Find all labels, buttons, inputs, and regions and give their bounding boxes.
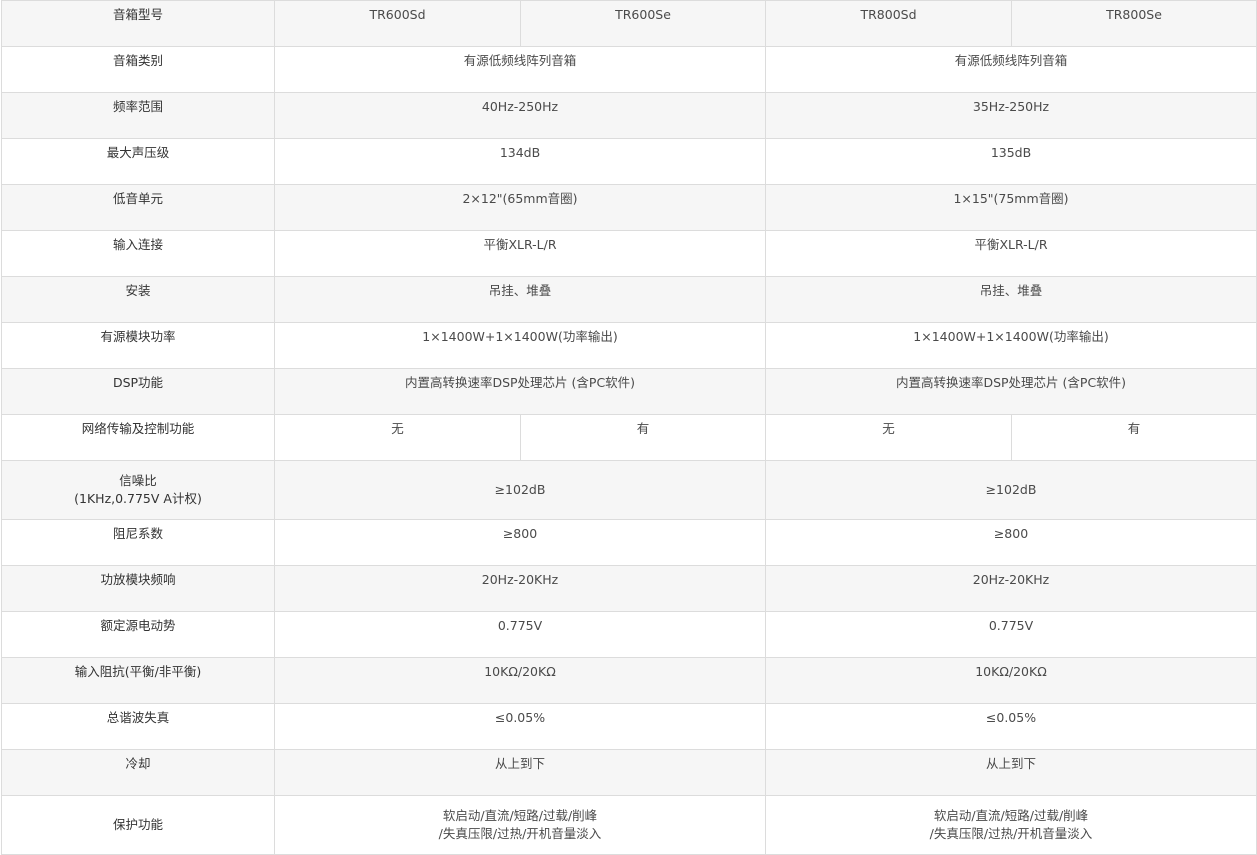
cell-tr600: 10KΩ/20KΩ [274, 657, 766, 704]
cell-tr600: 40Hz-250Hz [274, 92, 766, 139]
row-label: 输入阻抗(平衡/非平衡) [1, 657, 275, 704]
cell-tr800: 平衡XLR-L/R [765, 230, 1257, 277]
row-label: 额定源电动势 [1, 611, 275, 658]
row-label: 音箱类别 [1, 46, 275, 93]
row-label-model: 音箱型号 [1, 0, 275, 47]
cell-tr800: 从上到下 [765, 749, 1257, 796]
row-protection: 保护功能 软启动/直流/短路/过载/削峰 /失真压限/过热/开机音量淡入 软启动… [1, 795, 1257, 855]
cell-tr600: 吊挂、堆叠 [274, 276, 766, 323]
protection-line1: 软启动/直流/短路/过载/削峰 [442, 808, 598, 823]
row-dsp: DSP功能 内置高转换速率DSP处理芯片 (含PC软件) 内置高转换速率DSP处… [1, 368, 1257, 415]
cell-tr800: 0.775V [765, 611, 1257, 658]
row-label-line1: 信噪比 [119, 473, 157, 488]
cell-tr800: 20Hz-20KHz [765, 565, 1257, 612]
row-impedance: 输入阻抗(平衡/非平衡) 10KΩ/20KΩ 10KΩ/20KΩ [1, 657, 1257, 704]
row-cooling: 冷却 从上到下 从上到下 [1, 749, 1257, 796]
model-tr600sd: TR600Sd [274, 0, 521, 47]
cell-tr800: 有源低频线阵列音箱 [765, 46, 1257, 93]
cell-tr800sd: 无 [765, 414, 1012, 461]
cell-tr800: 1×1400W+1×1400W(功率输出) [765, 322, 1257, 369]
row-label: 功放模块频响 [1, 565, 275, 612]
cell-tr600: 有源低频线阵列音箱 [274, 46, 766, 93]
row-emf: 额定源电动势 0.775V 0.775V [1, 611, 1257, 658]
row-damping: 阻尼系数 ≥800 ≥800 [1, 519, 1257, 566]
cell-tr800: ≤0.05% [765, 703, 1257, 750]
cell-tr800: 1×15"(75mm音圈) [765, 184, 1257, 231]
row-label: 频率范围 [1, 92, 275, 139]
cell-tr600: 20Hz-20KHz [274, 565, 766, 612]
cell-tr600: ≤0.05% [274, 703, 766, 750]
row-model: 音箱型号 TR600Sd TR600Se TR800Sd TR800Se [1, 0, 1257, 47]
row-network: 网络传输及控制功能 无 有 无 有 [1, 414, 1257, 461]
cell-tr600: ≥102dB [274, 460, 766, 520]
cell-tr600sd: 无 [274, 414, 521, 461]
cell-tr800se: 有 [1011, 414, 1257, 461]
row-spl: 最大声压级 134dB 135dB [1, 138, 1257, 185]
model-tr800sd: TR800Sd [765, 0, 1012, 47]
cell-tr600: 从上到下 [274, 749, 766, 796]
row-thd: 总谐波失真 ≤0.05% ≤0.05% [1, 703, 1257, 750]
spec-table: 音箱型号 TR600Sd TR600Se TR800Sd TR800Se 音箱类… [1, 0, 1257, 855]
protection-line2: /失真压限/过热/开机音量淡入 [438, 826, 602, 841]
row-label: 低音单元 [1, 184, 275, 231]
cell-tr600se: 有 [520, 414, 766, 461]
protection-line2: /失真压限/过热/开机音量淡入 [929, 826, 1093, 841]
protection-line1: 软启动/直流/短路/过载/削峰 [933, 808, 1089, 823]
cell-tr600: 0.775V [274, 611, 766, 658]
row-label: 信噪比 (1KHz,0.775V A计权) [1, 460, 275, 520]
cell-tr600: 平衡XLR-L/R [274, 230, 766, 277]
row-label: 冷却 [1, 749, 275, 796]
cell-tr800: 内置高转换速率DSP处理芯片 (含PC软件) [765, 368, 1257, 415]
row-freq: 频率范围 40Hz-250Hz 35Hz-250Hz [1, 92, 1257, 139]
cell-tr600: 软启动/直流/短路/过载/削峰 /失真压限/过热/开机音量淡入 [274, 795, 766, 855]
cell-tr600: 2×12"(65mm音圈) [274, 184, 766, 231]
row-mount: 安装 吊挂、堆叠 吊挂、堆叠 [1, 276, 1257, 323]
row-label: 有源模块功率 [1, 322, 275, 369]
row-label: 总谐波失真 [1, 703, 275, 750]
cell-tr800: ≥102dB [765, 460, 1257, 520]
cell-tr800: 35Hz-250Hz [765, 92, 1257, 139]
row-snr: 信噪比 (1KHz,0.775V A计权) ≥102dB ≥102dB [1, 460, 1257, 520]
model-tr800se: TR800Se [1011, 0, 1257, 47]
cell-tr600: 内置高转换速率DSP处理芯片 (含PC软件) [274, 368, 766, 415]
row-label: 保护功能 [1, 795, 275, 855]
row-amp-freq: 功放模块频响 20Hz-20KHz 20Hz-20KHz [1, 565, 1257, 612]
row-power: 有源模块功率 1×1400W+1×1400W(功率输出) 1×1400W+1×1… [1, 322, 1257, 369]
row-input: 输入连接 平衡XLR-L/R 平衡XLR-L/R [1, 230, 1257, 277]
row-label: 输入连接 [1, 230, 275, 277]
cell-tr800: 软启动/直流/短路/过载/削峰 /失真压限/过热/开机音量淡入 [765, 795, 1257, 855]
row-label-line2: (1KHz,0.775V A计权) [74, 491, 202, 506]
row-label: 最大声压级 [1, 138, 275, 185]
cell-tr800: 135dB [765, 138, 1257, 185]
cell-tr600: 1×1400W+1×1400W(功率输出) [274, 322, 766, 369]
model-tr600se: TR600Se [520, 0, 766, 47]
cell-tr600: 134dB [274, 138, 766, 185]
row-type: 音箱类别 有源低频线阵列音箱 有源低频线阵列音箱 [1, 46, 1257, 93]
cell-tr800: 吊挂、堆叠 [765, 276, 1257, 323]
cell-tr800: ≥800 [765, 519, 1257, 566]
cell-tr600: ≥800 [274, 519, 766, 566]
row-label: 网络传输及控制功能 [1, 414, 275, 461]
row-label: 安装 [1, 276, 275, 323]
row-woofer: 低音单元 2×12"(65mm音圈) 1×15"(75mm音圈) [1, 184, 1257, 231]
cell-tr800: 10KΩ/20KΩ [765, 657, 1257, 704]
row-label: 阻尼系数 [1, 519, 275, 566]
row-label: DSP功能 [1, 368, 275, 415]
